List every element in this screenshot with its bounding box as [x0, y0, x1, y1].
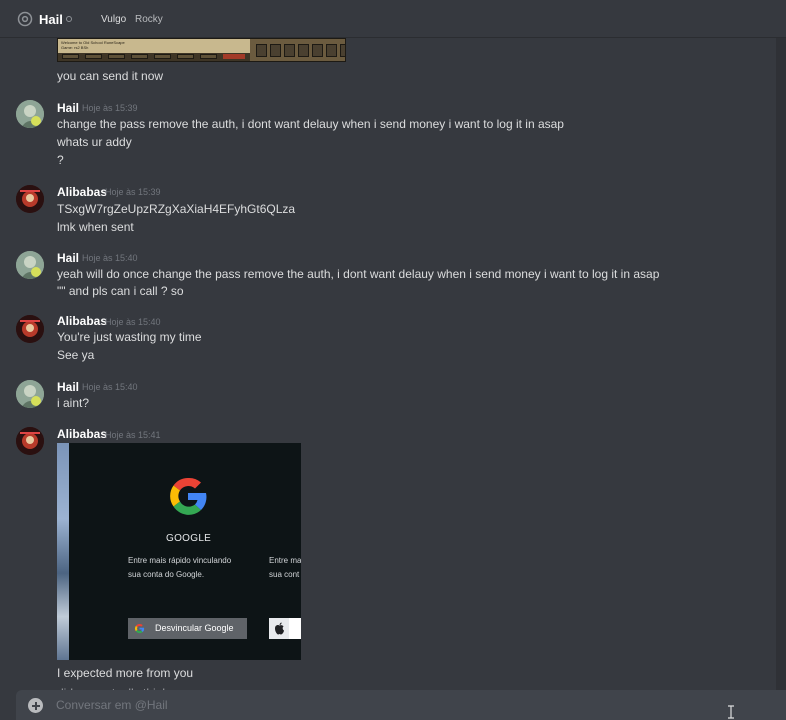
avatar[interactable] — [16, 100, 44, 128]
message-text: i aint? — [57, 396, 90, 410]
message-timestamp: Hoje às 15:40 — [82, 253, 138, 263]
card-description: sua conta do Google. — [128, 570, 205, 579]
channel-title: Hail — [39, 12, 63, 27]
card-title: GOOGLE — [166, 533, 212, 544]
message-timestamp: Hoje às 15:39 — [82, 103, 138, 113]
avatar[interactable] — [16, 427, 44, 455]
message-text: You're just wasting my time — [57, 330, 202, 344]
apple-icon — [275, 622, 284, 635]
avatar-image — [16, 315, 44, 343]
message-author[interactable]: Alibabas — [57, 427, 107, 441]
avatar-image — [16, 427, 44, 455]
message-text: See ya — [57, 348, 95, 362]
message-timestamp: Hoje às 15:39 — [105, 187, 161, 197]
message-timestamp: Hoje às 15:40 — [105, 317, 161, 327]
google-g-icon — [135, 623, 145, 634]
message-author[interactable]: Hail — [57, 380, 79, 394]
attachment-image-game[interactable]: Welcome to Old School RuneScape Game: rs… — [57, 38, 346, 62]
embed-caption-line: Game: rs2 BSh — [61, 45, 89, 50]
message-author[interactable]: Alibabas — [57, 314, 107, 328]
google-logo-icon — [170, 477, 207, 515]
card-description-cut: Entre ma — [269, 556, 301, 565]
message-author[interactable]: Hail — [57, 101, 79, 115]
avatar-image — [16, 100, 44, 128]
header-link-rocky[interactable]: Rocky — [135, 14, 163, 25]
message-composer — [16, 690, 786, 720]
avatar[interactable] — [16, 380, 44, 408]
status-icon — [66, 16, 72, 22]
message-text: ? — [57, 153, 64, 167]
message-input[interactable] — [56, 695, 716, 715]
channel-header: Hail Vulgo Rocky — [0, 0, 786, 38]
message-text: "" and pls can i call ? so — [57, 284, 184, 298]
message-text: yeah will do once change the pass remove… — [57, 267, 660, 281]
message-timestamp: Hoje às 15:40 — [82, 382, 138, 392]
message-timestamp: Hoje às 15:41 — [105, 430, 161, 440]
avatar[interactable] — [16, 251, 44, 279]
scrollbar-track[interactable] — [776, 38, 786, 693]
message-text: I expected more from you — [57, 666, 194, 680]
message-text: you can send it now — [57, 69, 164, 83]
attachment-image-google[interactable]: GOOGLE Entre mais rápido vinculando sua … — [57, 443, 301, 660]
message-author[interactable]: Alibabas — [57, 185, 107, 199]
avatar-image — [16, 251, 44, 279]
card-description: Entre mais rápido vinculando — [128, 556, 232, 565]
card-description-cut: sua cont — [269, 570, 300, 579]
at-icon — [17, 11, 33, 27]
avatar-image — [16, 380, 44, 408]
message-author[interactable]: Hail — [57, 251, 79, 265]
plus-icon[interactable] — [28, 698, 43, 713]
header-link-vulgo[interactable]: Vulgo — [101, 14, 126, 25]
avatar-image — [16, 185, 44, 213]
unlink-google-label: Desvincular Google — [155, 623, 234, 633]
message-text: whats ur addy — [57, 135, 132, 149]
message-text: change the pass remove the auth, i dont … — [57, 117, 564, 131]
text-cursor-icon — [728, 705, 734, 719]
avatar[interactable] — [16, 315, 44, 343]
unlink-google-button[interactable]: Desvincular Google — [128, 618, 247, 639]
message-text: lmk when sent — [57, 220, 134, 234]
avatar[interactable] — [16, 185, 44, 213]
message-text: TSxgW7rgZeUpzRZgXaXiaH4EFyhGt6QLza — [57, 202, 296, 216]
